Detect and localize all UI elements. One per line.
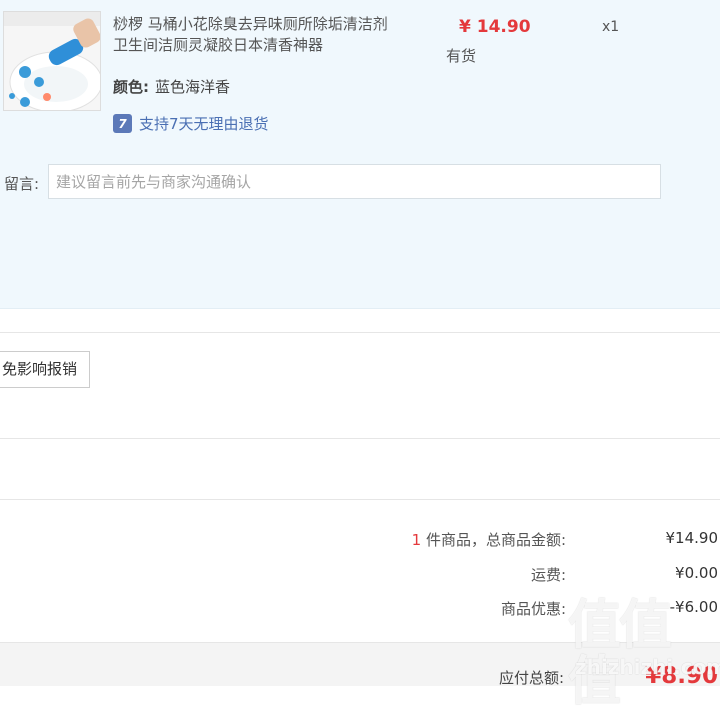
goods-total-value: ¥14.90 — [665, 529, 719, 547]
product-thumbnail[interactable] — [3, 11, 101, 111]
note-label: 留言: — [4, 175, 40, 193]
section-divider — [0, 499, 720, 500]
return-policy-label[interactable]: 支持7天无理由退货 — [139, 113, 269, 134]
section-divider — [0, 332, 720, 333]
product-price: ¥ 14.90 — [459, 17, 531, 37]
stock-status: 有货 — [446, 47, 477, 65]
item-count: 1 — [411, 531, 422, 549]
discount-value: -¥6.00 — [669, 598, 718, 616]
order-note-input[interactable] — [48, 164, 661, 199]
goods-total-row: 1 件商品，总商品金额: ¥14.90 — [360, 529, 718, 549]
section-divider — [0, 438, 720, 439]
shipping-row: 运费: ¥0.00 — [360, 564, 718, 584]
goods-total-label: 1 件商品，总商品金额: — [411, 531, 566, 549]
payable-value: ¥8.90 — [645, 663, 718, 689]
shipping-label: 运费: — [530, 566, 566, 584]
color-value: 蓝色海洋香 — [155, 78, 231, 96]
order-item-panel: 桫椤 马桶小花除臭去异味厕所除垢清洁剂卫生间洁厕灵凝胶日本清香神器 ¥ 14.9… — [0, 0, 720, 309]
discount-row: 商品优惠: -¥6.00 — [360, 598, 718, 618]
discount-label: 商品优惠: — [500, 600, 566, 618]
invoice-option-button[interactable]: 免影响报销 — [0, 351, 91, 388]
color-label: 颜色: — [113, 78, 149, 96]
product-title[interactable]: 桫椤 马桶小花除臭去异味厕所除垢清洁剂卫生间洁厕灵凝胶日本清香神器 — [113, 14, 398, 56]
payable-total-bar: 应付总额: ¥8.90 — [0, 642, 720, 689]
return-policy[interactable]: 7 支持7天无理由退货 — [113, 113, 269, 134]
product-color: 颜色: 蓝色海洋香 — [113, 76, 230, 97]
item-quantity: x1 — [602, 19, 620, 35]
shipping-value: ¥0.00 — [675, 564, 718, 582]
product-image — [4, 12, 100, 110]
seven-day-return-icon: 7 — [113, 114, 132, 133]
